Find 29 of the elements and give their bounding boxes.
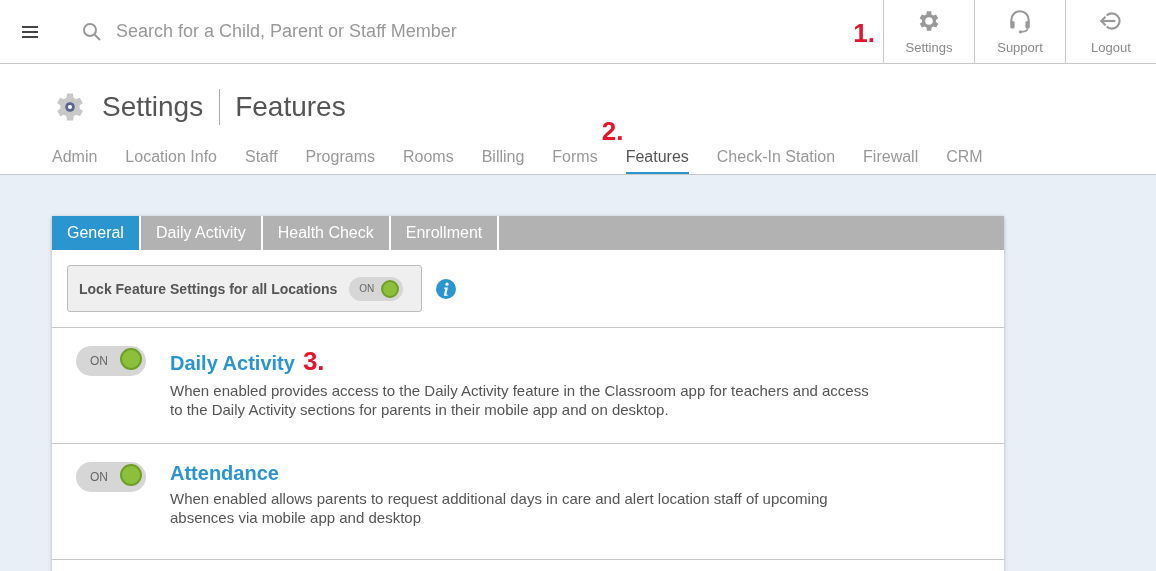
toggle-switch[interactable]: ON [76,462,146,492]
nav-tab[interactable]: Billing [481,148,525,174]
menu-icon [22,24,40,39]
toggle-switch[interactable]: ON [349,276,404,301]
lock-label: Lock Feature Settings for all Locations [79,280,338,297]
nav-tab[interactable]: Admin [52,148,98,174]
toggle-switch[interactable]: ON [76,346,146,376]
nav-tab[interactable]: Staff [245,148,278,174]
nav-tab[interactable]: Features [625,148,689,174]
nav-tab[interactable]: CRM [946,148,983,174]
nav-tab[interactable]: Rooms [402,148,454,174]
feature-description: When enabled provides access to the Daily Activity feature in the Classroom app for teachers and access to the Daily Activity sections for parents in their mobile app and on desktop. [170,381,870,419]
nav-tab[interactable]: Location Info [125,148,217,174]
tab[interactable]: General [52,216,141,250]
nav-tab[interactable]: Check-In Station [716,148,836,174]
feature-title: Attendance [170,462,279,485]
search-icon [82,21,102,42]
headset-icon [1007,8,1033,34]
page-title: Settings [102,91,204,123]
nav-tab[interactable]: Firewall [863,148,919,174]
nav-tab[interactable]: Programs [305,148,375,174]
info-icon[interactable] [436,278,457,299]
feature-description: When enabled allows parents to request additional days in care and alert location staff of upcoming absences via mobile app and desktop [170,489,829,527]
page-subtitle: Features [235,91,346,123]
feature-title: Daily Activity [170,352,295,375]
annotation-number: 3. [302,346,325,377]
nav-tab[interactable]: Forms [552,148,598,174]
annotation-number: 2. [601,116,624,147]
annotation-number: 1. [853,17,875,49]
